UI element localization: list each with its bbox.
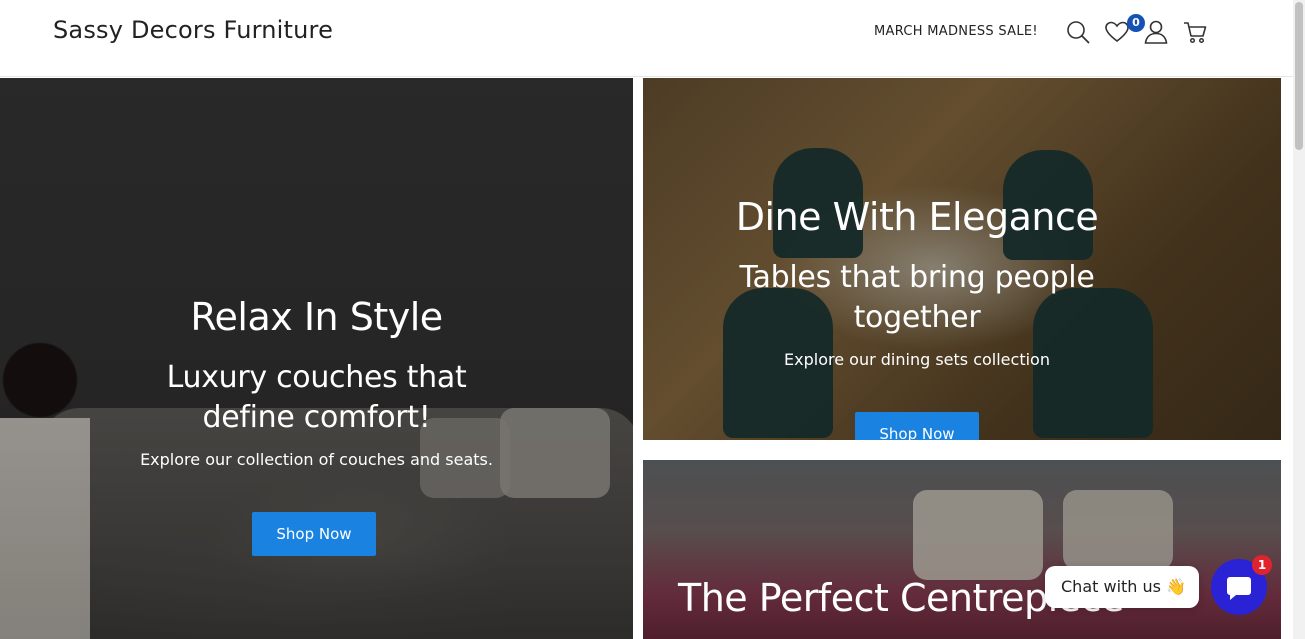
hero-description: Explore our dining sets collection — [784, 350, 1050, 369]
chat-unread-badge: 1 — [1252, 555, 1272, 575]
page-scrollbar[interactable] — [1293, 0, 1305, 639]
hero-subtitle: together — [853, 300, 981, 335]
hero-couches[interactable]: Relax In Style Luxury couches that defin… — [0, 78, 633, 639]
shop-now-button[interactable]: Shop Now — [252, 512, 376, 556]
search-icon[interactable] — [1065, 19, 1091, 45]
cart-icon[interactable] — [1182, 19, 1208, 45]
user-icon[interactable] — [1143, 19, 1169, 45]
hero-description: Explore our collection of couches and se… — [140, 450, 493, 469]
chat-with-us-label[interactable]: Chat with us 👋 — [1045, 566, 1199, 608]
promo-link[interactable]: MARCH MADNESS SALE! — [874, 24, 1038, 39]
hero-subtitle: define comfort! — [202, 400, 431, 435]
site-header: Sassy Decors Furniture MARCH MADNESS SAL… — [0, 0, 1293, 77]
hero-subtitle: Luxury couches that — [166, 360, 467, 395]
site-logo[interactable]: Sassy Decors Furniture — [53, 16, 333, 44]
hero-subtitle: Tables that bring people — [739, 260, 1095, 295]
scrollbar-thumb[interactable] — [1295, 2, 1303, 150]
shop-now-button[interactable]: Shop Now — [855, 412, 979, 440]
hero-title: Relax In Style — [190, 295, 443, 339]
hero-centrepiece[interactable]: The Perfect Centrepiece — [643, 460, 1281, 639]
hero-title: Dine With Elegance — [735, 195, 1099, 239]
hero-dining[interactable]: Dine With Elegance Tables that bring peo… — [643, 78, 1281, 440]
